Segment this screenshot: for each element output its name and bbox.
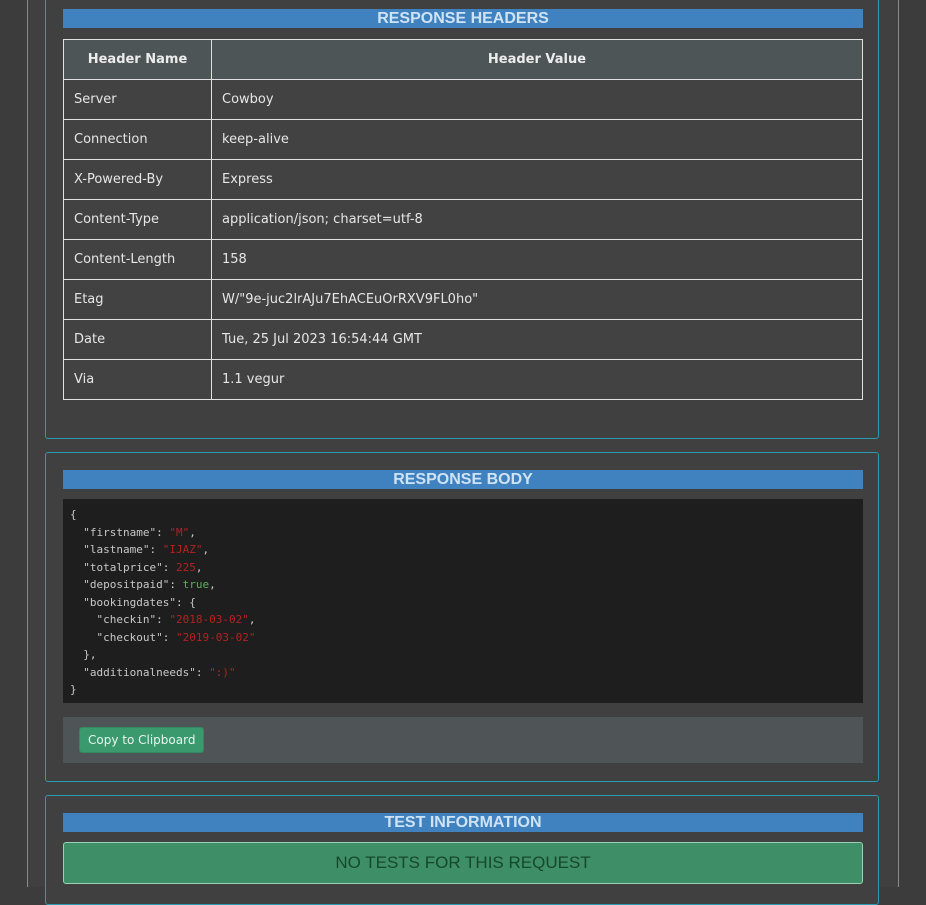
- response-headers-title: RESPONSE HEADERS: [63, 9, 863, 28]
- json-key: "checkin": [96, 613, 157, 626]
- table-row: Content-Type application/json; charset=u…: [63, 199, 863, 240]
- header-name-column: Header Name: [63, 39, 212, 80]
- json-boolean: true: [182, 578, 210, 591]
- json-key: "depositpaid": [83, 578, 170, 591]
- table-row: Etag W/"9e-juc2lrAJu7EhACEuOrRXV9FL0ho": [63, 279, 863, 320]
- json-key: "bookingdates": [83, 595, 176, 609]
- json-string: ":)": [209, 665, 236, 679]
- json-number: 225: [175, 560, 196, 574]
- header-value-cell: 158: [211, 239, 863, 280]
- no-tests-message: NO TESTS FOR THIS REQUEST: [63, 842, 863, 884]
- header-name-cell: Date: [63, 319, 212, 360]
- response-body-code: { "firstname": "M", "lastname": "IJAZ", …: [63, 499, 863, 703]
- table-header-row: Header Name Header Value: [63, 39, 863, 80]
- copy-to-clipboard-button[interactable]: Copy to Clipboard: [79, 727, 205, 753]
- header-value-cell: application/json; charset=utf-8: [211, 199, 863, 240]
- results-page: RESPONSE HEADERS Header Name Header Valu…: [28, 0, 898, 905]
- response-headers-panel: RESPONSE HEADERS Header Name Header Valu…: [45, 0, 879, 439]
- response-headers-table: Header Name Header Value Server Cowboy C…: [63, 39, 863, 400]
- header-name-cell: Connection: [63, 119, 212, 160]
- table-row: Server Cowboy: [63, 79, 863, 120]
- table-row: Connection keep-alive: [63, 119, 863, 160]
- table-row: Date Tue, 25 Jul 2023 16:54:44 GMT: [63, 319, 863, 360]
- header-value-cell: W/"9e-juc2lrAJu7EhACEuOrRXV9FL0ho": [211, 279, 863, 320]
- json-string: "2018-03-02": [169, 613, 249, 626]
- response-body-panel: RESPONSE BODY { "firstname": "M", "lastn…: [45, 452, 879, 782]
- json-key: "totalprice": [83, 560, 163, 574]
- table-row: Content-Length 158: [63, 239, 863, 280]
- header-value-column: Header Value: [211, 39, 863, 80]
- table-row: X-Powered-By Express: [63, 159, 863, 200]
- json-key: "checkout": [96, 630, 163, 644]
- table-row: Via 1.1 vegur: [63, 359, 863, 400]
- header-name-cell: Content-Length: [63, 239, 212, 280]
- json-string: "IJAZ": [162, 543, 203, 556]
- json-brace: }: [70, 683, 77, 696]
- header-name-cell: Content-Type: [63, 199, 212, 240]
- json-key: "lastname": [83, 543, 150, 556]
- response-body-title: RESPONSE BODY: [63, 470, 863, 489]
- json-key: "additionalneeds": [83, 665, 196, 679]
- header-name-cell: Server: [63, 79, 212, 120]
- header-value-cell: keep-alive: [211, 119, 863, 160]
- header-value-cell: Express: [211, 159, 863, 200]
- copy-toolbar: Copy to Clipboard: [63, 717, 863, 763]
- json-string: "M": [169, 525, 190, 539]
- header-name-cell: Etag: [63, 279, 212, 320]
- header-value-cell: Tue, 25 Jul 2023 16:54:44 GMT: [211, 319, 863, 360]
- test-information-title: TEST INFORMATION: [63, 813, 863, 832]
- test-information-panel: TEST INFORMATION NO TESTS FOR THIS REQUE…: [45, 795, 879, 905]
- json-key: "firstname": [83, 525, 157, 539]
- header-value-cell: 1.1 vegur: [211, 359, 863, 400]
- header-name-cell: X-Powered-By: [63, 159, 212, 200]
- right-border-line: [898, 0, 899, 887]
- json-brace: {: [70, 508, 77, 521]
- header-value-cell: Cowboy: [211, 79, 863, 120]
- header-name-cell: Via: [63, 359, 212, 400]
- json-string: "2019-03-02": [175, 630, 256, 644]
